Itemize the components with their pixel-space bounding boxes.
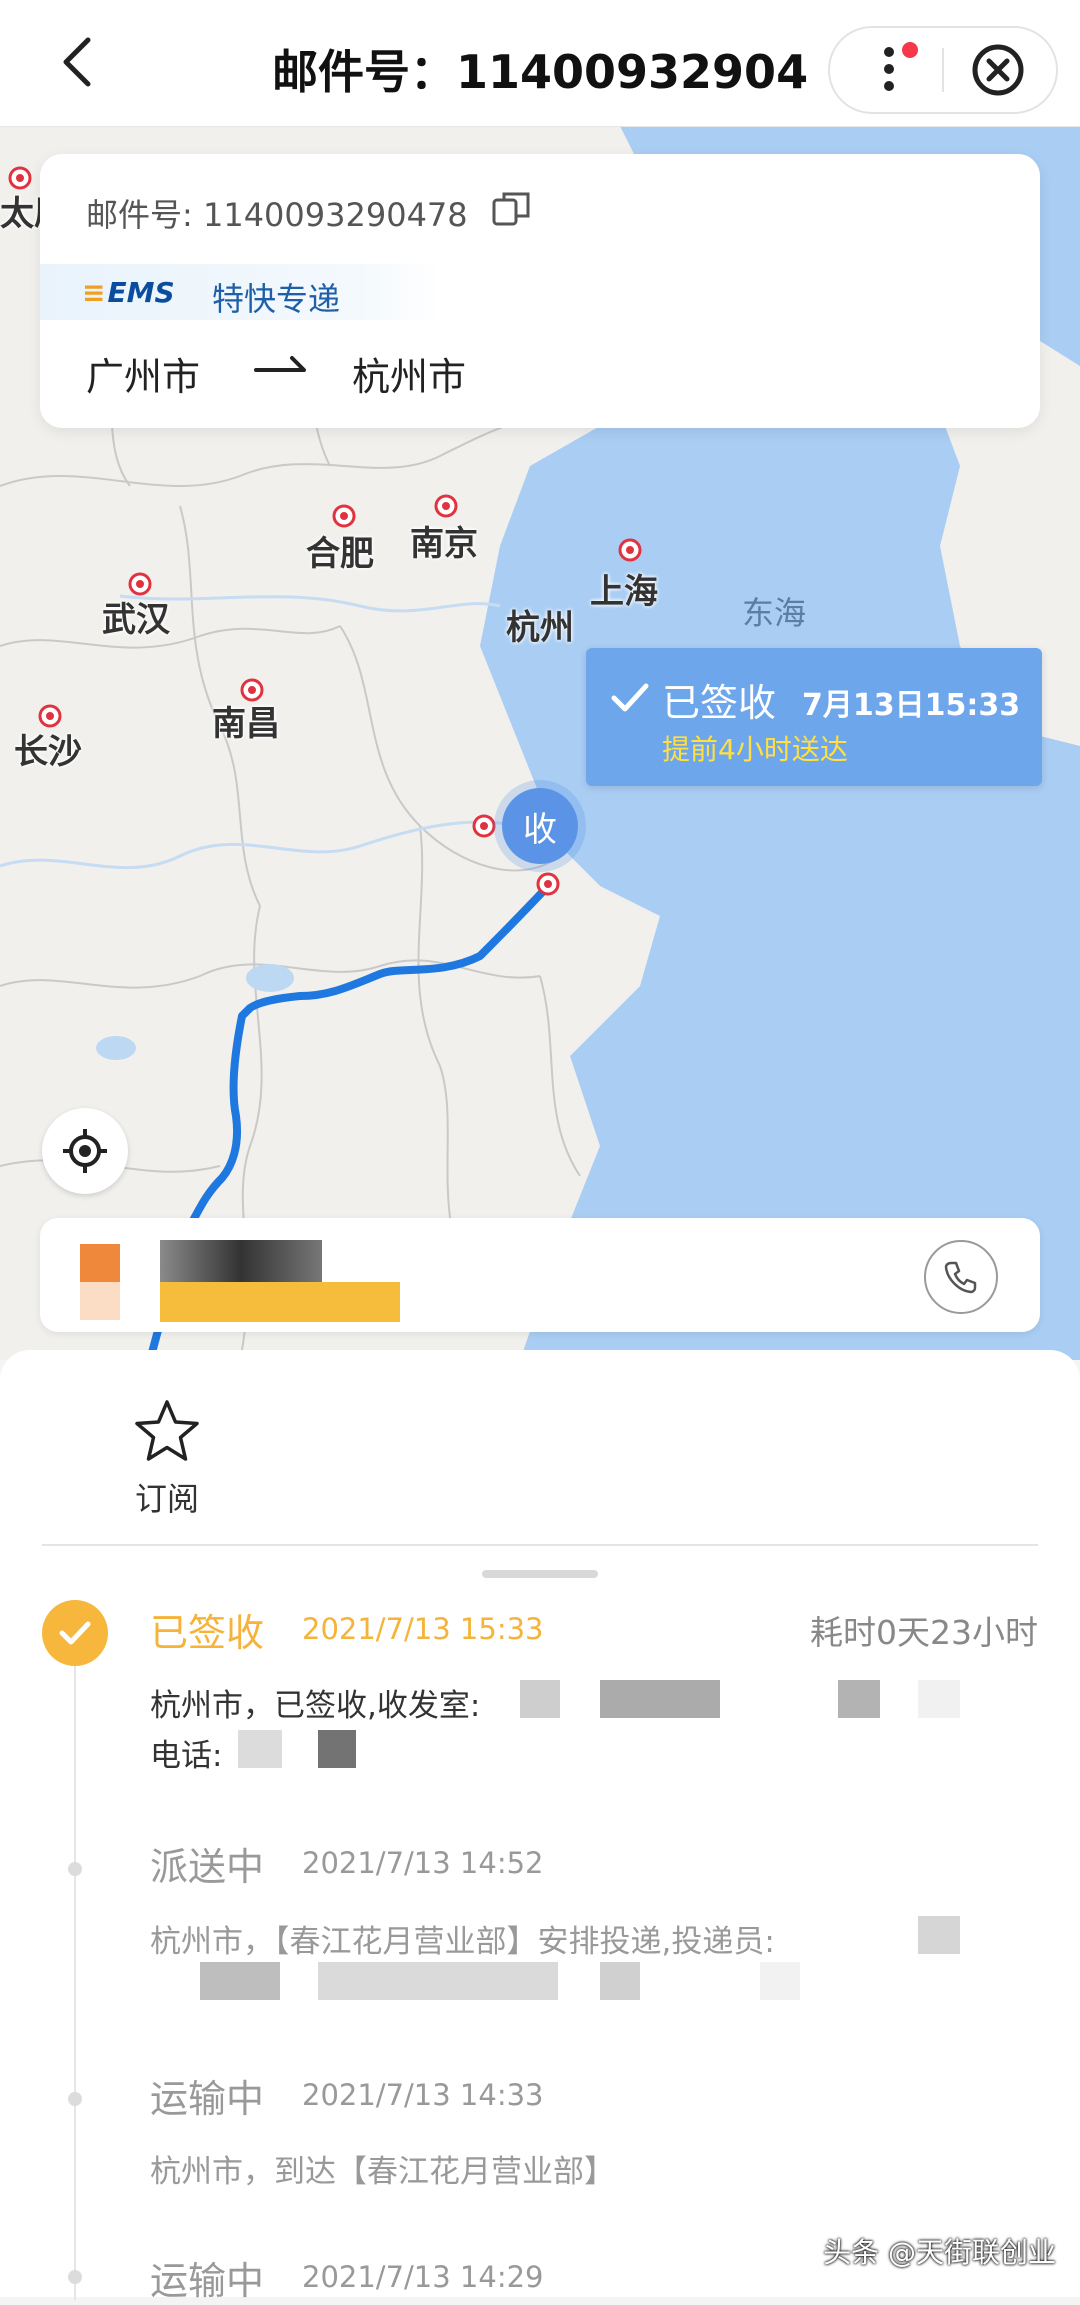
city-label-shanghai: 上海 [590,572,658,612]
courier-avatar [80,1244,120,1320]
ems-logo-wings: ≡ [82,275,106,309]
sea-label-east-sea: 东海 [742,594,807,632]
redacted-block [238,1730,282,1768]
event-time: 2021/7/13 15:33 [302,1612,544,1646]
redacted-block [318,1730,356,1768]
mini-program-capsule [828,26,1058,114]
mail-number-row: 邮件号: 1140093290478 [86,190,468,236]
event-status: 已签收 [150,1611,265,1655]
route-arrow-icon [254,356,306,372]
event-status: 派送中 [150,1845,265,1889]
check-icon [59,1621,91,1645]
event-description-line2: 电话: [150,1738,223,1774]
copy-button[interactable] [488,186,534,232]
back-button[interactable] [46,30,110,94]
receive-marker[interactable]: 收 [502,788,578,864]
courier-info-redacted [160,1282,400,1322]
event-description: 杭州市，已签收,收发室: [150,1688,481,1724]
subscribe-button[interactable]: 订阅 [126,1396,208,1520]
check-icon [611,683,649,712]
redacted-block [760,1962,800,2000]
city-label-nanchang: 南昌 [212,704,280,744]
event-status: 运输中 [150,2077,265,2121]
destination-city: 杭州市 [352,355,467,399]
top-bar: 邮件号：11400932904... [0,0,1080,127]
subscribe-label: 订阅 [134,1480,199,1518]
close-button[interactable] [968,40,1028,100]
courier-name-redacted [160,1240,322,1282]
redacted-block [200,1962,280,2000]
redacted-block [600,1680,720,1718]
timeline-line [74,1650,76,2300]
popup-early-note: 提前4小时送达 [662,733,848,766]
redacted-block [918,1916,960,1954]
city-label-changsha: 长沙 [14,732,82,772]
event-description: 杭州市，【春江花月营业部】安排投递,投递员: [150,1924,775,1960]
elapsed-duration: 耗时0天23小时 [810,1613,1038,1652]
avatar-blur-top [80,1244,120,1282]
ems-logo: ≡ EMS [82,270,192,314]
ems-logo-text: EMS [107,275,175,309]
phone-icon [944,1261,977,1294]
event-description: 杭州市，到达【春江花月营业部】 [150,2154,615,2190]
star-icon [135,1400,199,1461]
timeline-dot [68,2092,82,2106]
section-divider [42,1544,1038,1546]
capsule-divider [942,48,944,92]
timeline-dot [68,2270,82,2284]
locate-icon [63,1129,107,1173]
delivered-check-icon [42,1600,108,1666]
city-label-hefei: 合肥 [306,534,374,574]
courier-card [40,1218,1040,1332]
chevron-left-icon [63,37,91,87]
more-vertical-icon [884,47,894,91]
tracking-sheet: 订阅 已签收 2021/7/13 15:33 杭州市，已签收,收发室: 电话: … [0,1350,1080,2303]
copy-icon [492,192,530,226]
call-courier-button[interactable] [924,1240,998,1314]
close-circle-icon [972,44,1024,96]
city-label-nanjing: 南京 [410,524,478,564]
page-title: 邮件号：11400932904... [272,45,812,99]
notification-dot [902,42,918,58]
origin-city: 广州市 [86,355,201,399]
drag-handle[interactable] [482,1570,598,1578]
mail-number-label: 邮件号: [86,196,193,234]
event-time: 2021/7/13 14:29 [302,2260,544,2294]
delivery-popup[interactable]: 已签收 7月13日15:33 提前4小时送达 [586,648,1042,786]
city-label-hangzhou: 杭州 [506,608,574,648]
redacted-block [918,1680,960,1718]
city-label-wuhan: 武汉 [102,600,170,640]
redacted-block [600,1962,640,2000]
popup-status: 已签收 [662,681,777,725]
watermark: 头条 @天街联创业 [823,2236,1056,2269]
shipment-info-card: 邮件号: 1140093290478 ≡ EMS 特快专递 广州市 杭州市 [40,154,1040,428]
popup-time: 7月13日15:33 [802,688,1021,723]
timeline-dot [68,1862,82,1876]
redacted-block [838,1680,880,1718]
redacted-block [318,1962,558,2000]
event-time: 2021/7/13 14:52 [302,1846,544,1880]
redacted-block [520,1680,560,1718]
avatar-blur-bottom [80,1282,120,1320]
mail-number: 1140093290478 [202,196,468,234]
event-time: 2021/7/13 14:33 [302,2078,544,2112]
service-type: 特快专递 [212,280,341,318]
locate-button[interactable] [42,1108,128,1194]
